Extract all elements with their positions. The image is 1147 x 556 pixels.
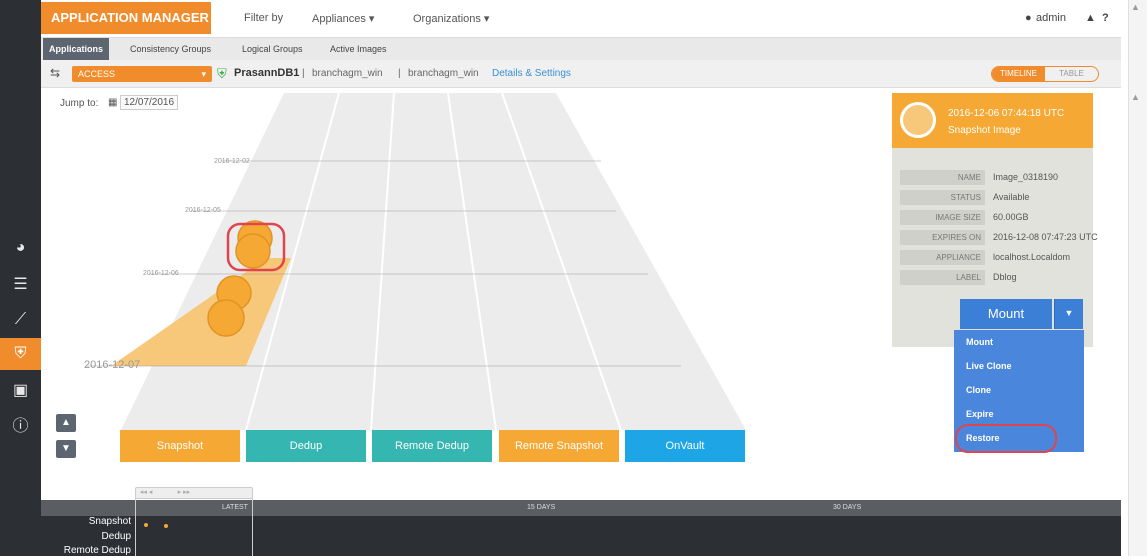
image-type: Snapshot Image xyxy=(948,125,1021,136)
access-dropdown[interactable]: ACCESS ▾ xyxy=(72,66,212,82)
date-label-current: 2016-12-07 xyxy=(84,359,141,371)
field-key: APPLIANCE xyxy=(900,250,985,265)
details-settings-link[interactable]: Details & Settings xyxy=(492,68,571,79)
field-value-status: Available xyxy=(993,192,1030,202)
menu-item-mount[interactable]: Mount xyxy=(966,337,993,347)
vertical-scrollbar[interactable] xyxy=(1128,0,1147,556)
protected-shield-icon: ⛨ xyxy=(217,66,227,81)
view-toggle[interactable]: TIMELINE TABLE xyxy=(991,66,1099,82)
breadcrumb-host: branchagm_win xyxy=(312,68,383,79)
shield-icon[interactable]: ⛨ xyxy=(0,338,41,370)
field-key: NAME xyxy=(900,170,985,185)
timeline-dot[interactable] xyxy=(144,523,148,527)
timeline-mark-latest: LATEST xyxy=(222,504,248,511)
analytics-icon[interactable]: ⟋ xyxy=(0,304,41,336)
timeline-row-dedup: Dedup xyxy=(101,531,131,542)
date-label: 2016-12-02 xyxy=(214,158,250,165)
organizations-filter[interactable]: Organizations ▾ xyxy=(413,12,489,25)
field-value-appliance: localhost.Localdom xyxy=(993,252,1071,262)
table-view-button[interactable]: TABLE xyxy=(1045,67,1098,81)
field-value-expires: 2016-12-08 07:47:23 UTC xyxy=(993,232,1098,242)
appliances-filter[interactable]: Appliances ▾ xyxy=(312,12,374,25)
tab-consistency-groups[interactable]: Consistency Groups xyxy=(124,38,217,60)
info-icon[interactable]: ⓘ xyxy=(0,408,41,440)
lane-remote-snapshot[interactable]: Remote Snapshot xyxy=(499,430,619,462)
snapshot-marker[interactable] xyxy=(235,233,271,269)
menu-item-live-clone[interactable]: Live Clone xyxy=(966,361,1012,371)
scroll-arrow-icon[interactable]: ▲ xyxy=(1131,92,1140,102)
chevron-down-icon: ▾ xyxy=(201,69,206,79)
timeline-view-button[interactable]: TIMELINE xyxy=(992,67,1045,81)
field-key: STATUS xyxy=(900,190,985,205)
date-label: 2016-12-06 xyxy=(143,270,179,277)
tab-applications[interactable]: Applications xyxy=(43,38,110,60)
application-name: PrasannDB1 xyxy=(234,67,300,79)
timeline-row-snapshot: Snapshot xyxy=(88,516,131,527)
scroll-up-button[interactable]: ▲ xyxy=(56,414,76,432)
field-value-label: Dblog xyxy=(993,272,1017,282)
snapshot-marker[interactable] xyxy=(207,299,245,337)
user-menu[interactable]: admin xyxy=(1036,12,1066,24)
app-brand[interactable]: APPLICATION MANAGER xyxy=(41,2,211,34)
restore-highlight xyxy=(955,424,1057,453)
lane-remote-dedup[interactable]: Remote Dedup xyxy=(372,430,492,462)
menu-item-expire[interactable]: Expire xyxy=(966,409,994,419)
access-label: ACCESS xyxy=(78,69,116,79)
scroll-up-arrow-icon[interactable]: ▲ xyxy=(1131,2,1140,12)
date-label: 2016-12-05 xyxy=(185,207,221,214)
user-icon: ● xyxy=(1025,12,1032,24)
breadcrumb-app: branchagm_win xyxy=(408,68,479,79)
scroll-down-button[interactable]: ▼ xyxy=(56,440,76,458)
field-key: EXPIRES ON xyxy=(900,230,985,245)
tab-active-images[interactable]: Active Images xyxy=(324,38,393,60)
lane-snapshot[interactable]: Snapshot xyxy=(120,430,240,462)
image-timestamp: 2016-12-06 07:44:18 UTC xyxy=(948,108,1065,119)
filter-by-label: Filter by xyxy=(244,12,284,24)
lane-dedup[interactable]: Dedup xyxy=(246,430,366,462)
field-value-name: Image_0318190 xyxy=(993,172,1059,182)
timeline-row-remote-dedup: Remote Dedup xyxy=(63,545,131,556)
timeline-mark-15: 15 DAYS xyxy=(527,504,556,511)
field-key: IMAGE SIZE xyxy=(900,210,985,225)
timeline-dot[interactable] xyxy=(164,524,168,528)
timeline-mark-30: 30 DAYS xyxy=(833,504,862,511)
crumb-separator: | xyxy=(398,68,401,79)
field-key: LABEL xyxy=(900,270,985,285)
menu-item-clone[interactable]: Clone xyxy=(966,385,991,395)
lane-surface xyxy=(121,93,746,430)
field-value-size: 60.00GB xyxy=(993,212,1029,222)
mount-button[interactable]: Mount xyxy=(960,299,1052,329)
back-arrow-icon[interactable]: ⇆ xyxy=(50,66,60,80)
lane-onvault[interactable]: OnVault xyxy=(625,430,745,462)
crumb-separator: | xyxy=(302,68,305,79)
monitor-icon[interactable]: ▣ xyxy=(0,374,41,406)
help-icon[interactable]: ? xyxy=(1102,12,1109,24)
snapshot-icon xyxy=(900,102,936,138)
mount-dropdown-toggle[interactable]: ▼ xyxy=(1054,299,1083,329)
bell-icon[interactable]: ▲ xyxy=(1085,12,1096,24)
tab-logical-groups[interactable]: Logical Groups xyxy=(236,38,309,60)
database-icon[interactable]: ☰ xyxy=(0,268,41,300)
dashboard-icon[interactable]: ◕ xyxy=(0,232,41,264)
